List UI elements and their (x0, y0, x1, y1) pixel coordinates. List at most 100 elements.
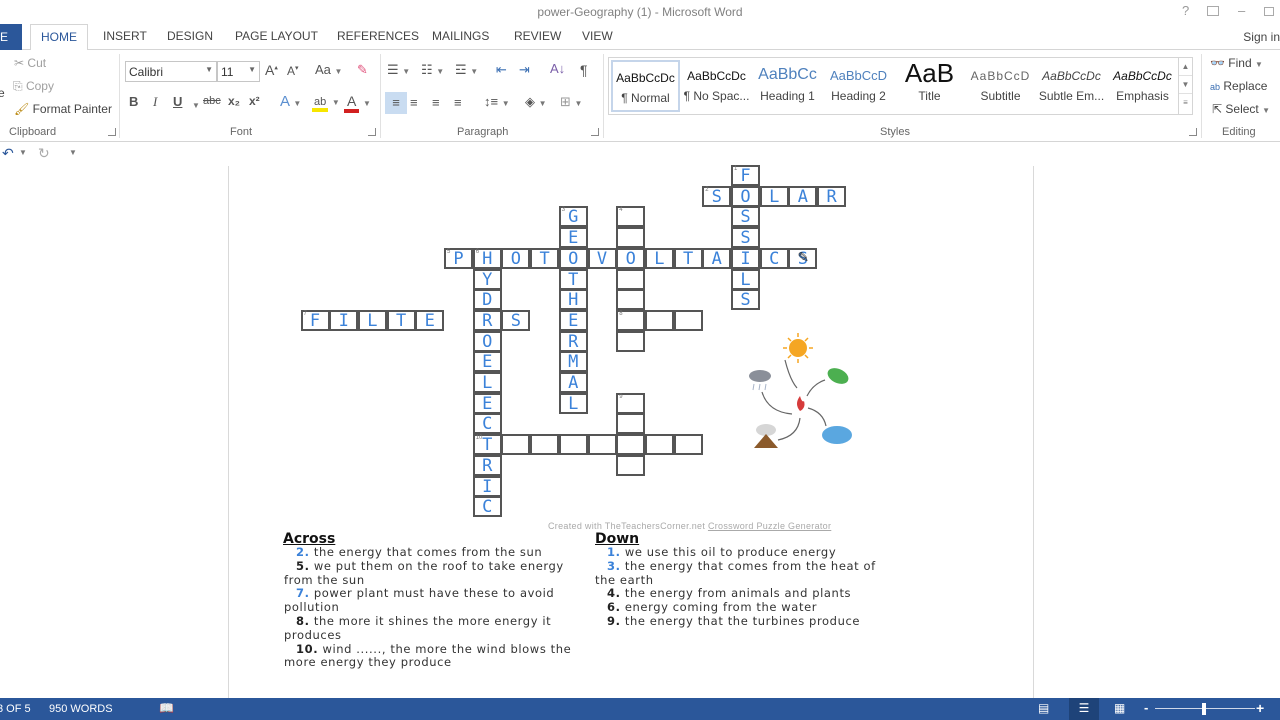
shading-icon[interactable]: ◈ ▼ (525, 94, 547, 110)
print-layout-icon[interactable]: ☰ (1069, 698, 1099, 720)
text-effects-button[interactable]: A ▼ (280, 93, 301, 110)
scroll-down-icon[interactable]: ▼ (1179, 76, 1192, 94)
font-color-button[interactable]: A ▼ (344, 93, 371, 113)
sort-icon[interactable]: A↓ (550, 61, 565, 76)
bold-button[interactable]: B (129, 94, 138, 109)
find-button[interactable]: 👓 Find ▼ (1210, 56, 1263, 70)
crossword-cell[interactable]: S (501, 309, 531, 331)
styles-scroll[interactable]: ▲ ▼ ≡ (1178, 58, 1192, 114)
read-mode-icon[interactable]: ▤ (1038, 701, 1049, 715)
style-normal[interactable]: AaBbCcDc ¶ Normal (611, 60, 680, 112)
crossword-cell[interactable]: E (558, 309, 588, 331)
restore-icon[interactable] (1264, 7, 1274, 16)
crossword-cell[interactable] (616, 289, 646, 311)
page-indicator[interactable]: 3 OF 5 (0, 703, 31, 715)
tab-home[interactable]: HOME (30, 24, 88, 51)
crossword-cell[interactable] (673, 309, 703, 331)
crossword-cell[interactable]: E (415, 309, 445, 331)
style-subtle-emphasis[interactable]: AaBbCcDc Subtle Em... (1037, 60, 1106, 112)
paragraph-dialog-launcher-icon[interactable] (591, 128, 599, 136)
align-left-icon[interactable]: ≡ (385, 92, 407, 114)
crossword-cell[interactable] (616, 268, 646, 290)
crossword-cell[interactable]: T (673, 247, 703, 269)
crossword-cell[interactable]: A (702, 247, 732, 269)
crossword-cell[interactable] (644, 434, 674, 456)
align-right-icon[interactable]: ≡ (432, 95, 440, 110)
credit-link[interactable]: Crossword Puzzle Generator (708, 521, 831, 531)
crossword-cell[interactable]: L (644, 247, 674, 269)
decrease-indent-icon[interactable]: ⇤ (496, 62, 507, 78)
crossword-cell[interactable]: I (731, 247, 760, 269)
superscript-button[interactable]: x² (249, 94, 260, 108)
crossword-cell[interactable]: 9 (616, 392, 646, 414)
web-layout-icon[interactable]: ▦ (1114, 701, 1125, 715)
undo-icon[interactable]: ↶ (2, 145, 14, 162)
zoom-slider-thumb[interactable] (1202, 703, 1206, 715)
crossword-cell[interactable] (616, 434, 646, 456)
crossword-cell[interactable]: 2S (702, 185, 732, 207)
crossword-cell[interactable]: C (472, 413, 502, 435)
customize-qat-icon[interactable]: ▼ (69, 148, 77, 157)
crossword-cell[interactable]: T (558, 268, 588, 290)
minimize-icon[interactable]: – (1238, 3, 1245, 18)
font-name-combo[interactable]: Calibri ▼ (125, 61, 217, 82)
crossword-cell[interactable]: 10 T (472, 434, 502, 456)
cut-button[interactable]: ✂ Cut (14, 56, 46, 70)
crossword-cell[interactable]: O (731, 185, 760, 207)
grow-font-icon[interactable]: A▴ (265, 62, 278, 78)
crossword-cell[interactable]: E (558, 227, 588, 249)
crossword-cell[interactable] (616, 227, 646, 249)
crossword-cell[interactable]: E (472, 392, 502, 414)
crossword-cell[interactable]: 5P (444, 247, 473, 269)
crossword-cell[interactable]: 1F (731, 165, 760, 186)
style-title[interactable]: AaB Title (895, 58, 964, 112)
crossword-cell[interactable]: Y (472, 268, 502, 290)
tab-view[interactable]: VIEW (582, 29, 613, 43)
tab-mailings[interactable]: MAILINGS (432, 29, 489, 43)
crossword-cell[interactable]: I (329, 309, 359, 331)
crossword-cell[interactable]: L (357, 309, 387, 331)
crossword-cell[interactable]: 4 (616, 206, 646, 228)
crossword-cell[interactable]: R (817, 185, 847, 207)
help-icon[interactable]: ? (1182, 3, 1189, 18)
crossword-cell[interactable] (616, 413, 646, 435)
crossword-cell[interactable] (587, 434, 617, 456)
justify-icon[interactable]: ≡ (454, 95, 462, 110)
crossword-cell[interactable]: L (472, 372, 502, 393)
italic-button[interactable]: I (153, 94, 157, 110)
style-subtitle[interactable]: AaBbCcD Subtitle (966, 60, 1035, 112)
crossword-cell[interactable]: S (731, 289, 760, 311)
crossword-cell[interactable]: A (558, 372, 588, 393)
crossword-cell[interactable] (558, 434, 588, 456)
numbering-icon[interactable]: ☷ ▼ (421, 62, 444, 78)
energy-cycle-image[interactable] (740, 328, 865, 458)
zoom-out-icon[interactable]: - (1144, 700, 1148, 715)
crossword-cell[interactable]: S (731, 206, 760, 228)
chevron-down-icon[interactable]: ▼ (192, 96, 200, 111)
show-formatting-icon[interactable]: ¶ (580, 62, 588, 78)
crossword-cell[interactable]: R (558, 330, 588, 352)
multilevel-list-icon[interactable]: ☲ ▼ (455, 62, 478, 78)
crossword-cell[interactable]: A (788, 185, 818, 207)
line-spacing-icon[interactable]: ↕≡ ▼ (484, 94, 510, 109)
style-heading-1[interactable]: AaBbCc Heading 1 (753, 60, 822, 112)
strikethrough-button[interactable]: abc (203, 95, 221, 107)
underline-button[interactable]: U (173, 94, 182, 109)
crossword-cell[interactable]: V (587, 247, 617, 269)
crossword-cell[interactable]: M (558, 351, 588, 373)
crossword-cell[interactable]: 8 (616, 309, 646, 331)
subscript-button[interactable]: x₂ (228, 94, 240, 108)
crossword-cell[interactable] (530, 434, 560, 456)
crossword-cell[interactable]: H (558, 289, 588, 311)
style-no-spacing[interactable]: AaBbCcDc ¶ No Spac... (682, 60, 751, 112)
styles-dialog-launcher-icon[interactable] (1189, 128, 1197, 136)
crossword-cell[interactable]: R (472, 309, 502, 331)
proofing-icon[interactable]: 📖 (159, 701, 174, 715)
increase-indent-icon[interactable]: ⇥ (519, 62, 530, 78)
tab-file[interactable]: E (0, 24, 22, 50)
zoom-in-icon[interactable]: + (1256, 700, 1264, 716)
word-count[interactable]: 950 WORDS (49, 703, 113, 715)
crossword-cell[interactable]: R (472, 454, 502, 476)
crossword-cell[interactable]: D (472, 289, 502, 311)
tab-design[interactable]: DESIGN (167, 29, 213, 43)
